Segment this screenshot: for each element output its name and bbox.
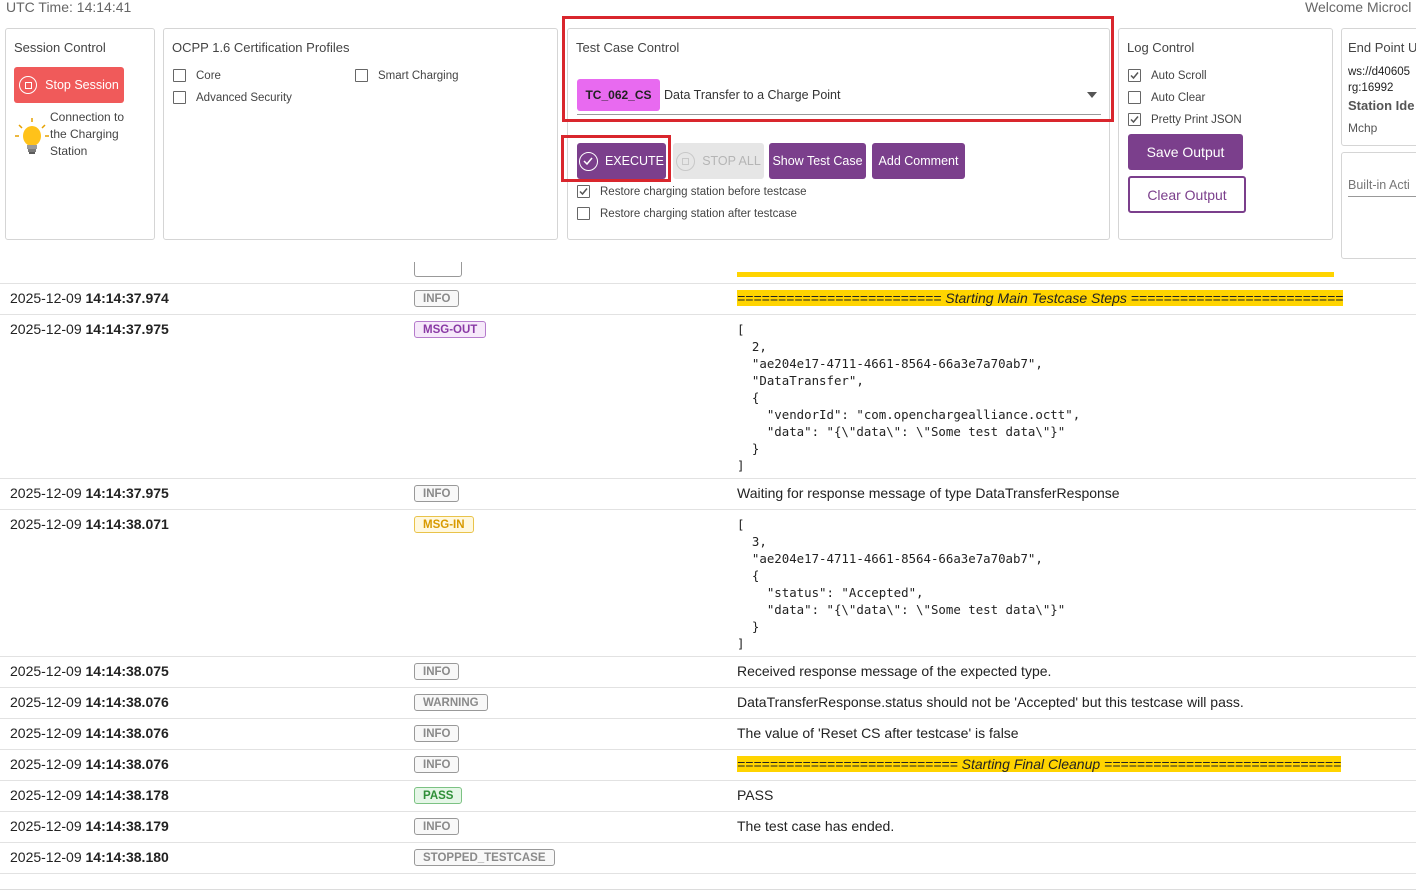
checkbox[interactable] [173, 91, 186, 104]
log-row: 2025-12-09 14:14:38.076 INFO =============… [0, 750, 1416, 781]
log-row: 2025-12-09 14:14:38.071 MSG-IN [ 3, "ae204… [0, 510, 1416, 657]
execute-button[interactable]: EXECUTE [577, 143, 666, 179]
log-json-payload: [ 3, "ae204e17-4711-4661-8564-66a3e7a70a… [737, 517, 1066, 651]
log-message: The test case has ended. [737, 818, 895, 834]
checkbox[interactable] [1128, 91, 1141, 104]
log-message: DataTransferResponse.status should not b… [737, 694, 1244, 710]
log-message: The value of 'Reset CS after testcase' i… [737, 725, 1019, 741]
stop-session-label: Stop Session [45, 78, 119, 92]
stop-all-button[interactable]: STOP ALL [673, 143, 764, 179]
station-id-value: Mchp [1348, 121, 1378, 135]
profile-core[interactable]: Core [173, 69, 221, 82]
log-timestamp: 2025-12-09 14:14:37.975 [10, 485, 169, 501]
test-case-id-badge: TC_062_CS [577, 79, 660, 111]
log-row: 2025-12-09 14:14:38.179 INFO The test case… [0, 812, 1416, 843]
show-test-case-button[interactable]: Show Test Case [769, 143, 866, 179]
log-message: PASS [737, 787, 774, 803]
log-control-title: Log Control [1127, 40, 1195, 55]
execute-label: EXECUTE [604, 154, 665, 168]
checkbox[interactable] [173, 69, 186, 82]
profile-advanced-security[interactable]: Advanced Security [173, 91, 292, 104]
log-type-badge: INFO [414, 818, 460, 835]
lightbulb-icon [15, 118, 49, 154]
log-type-badge: INFO [414, 756, 460, 773]
log-row: 2025-12-09 14:14:38.076 WARNING DataTransf… [0, 688, 1416, 719]
pretty-print-option[interactable]: Pretty Print JSON [1128, 113, 1242, 126]
test-case-name: Data Transfer to a Charge Point [664, 88, 841, 102]
endpoint-url: ws://d40605 rg:16992 [1348, 66, 1411, 94]
clear-output-button[interactable]: Clear Output [1128, 176, 1246, 213]
welcome-text: Welcome Microcl [1305, 0, 1412, 15]
checkbox[interactable] [355, 69, 368, 82]
log-timestamp: 2025-12-09 14:14:37.975 [10, 321, 169, 337]
save-output-button[interactable]: Save Output [1128, 134, 1243, 170]
log-json-payload: [ 2, "ae204e17-4711-4661-8564-66a3e7a70a… [737, 322, 1081, 473]
session-control-title: Session Control [14, 40, 106, 55]
auto-scroll-option[interactable]: Auto Scroll [1128, 69, 1207, 82]
stop-all-label: STOP ALL [702, 154, 761, 168]
log-type-badge: WARNING [414, 694, 488, 711]
log-timestamp: 2025-12-09 14:14:38.178 [10, 787, 169, 803]
log-row: 2025-12-09 14:14:38.075 INFO Received resp… [0, 657, 1416, 688]
log-row-partial [0, 262, 1416, 284]
log-type-badge: INFO [414, 290, 460, 307]
log-timestamp: 2025-12-09 14:14:38.071 [10, 516, 169, 532]
add-comment-button[interactable]: Add Comment [872, 143, 965, 179]
station-id-label: Station Ide [1348, 98, 1415, 113]
log-message: ========================= Starting Main … [737, 290, 1344, 306]
log-row: 2025-12-09 14:14:38.076 INFO The value of … [0, 719, 1416, 750]
log-timestamp: 2025-12-09 14:14:38.180 [10, 849, 169, 865]
checkbox[interactable] [1128, 69, 1141, 82]
utc-time: UTC Time: 14:14:41 [6, 0, 132, 15]
restore-before-option[interactable]: Restore charging station before testcase [577, 185, 806, 198]
log-message: Waiting for response message of type Dat… [737, 485, 1120, 501]
endpoint-title: End Point U [1348, 40, 1416, 55]
log-message: =========================== Starting Fin… [737, 756, 1342, 772]
log-row: 2025-12-09 14:14:37.974 INFO =============… [0, 284, 1416, 315]
log-type-badge: PASS [414, 787, 463, 804]
log-type-badge: INFO [414, 725, 460, 742]
certification-profiles-panel: OCPP 1.6 Certification Profiles Core Sma… [163, 28, 558, 240]
log-control-panel: Log Control Auto Scroll Auto Clear Prett… [1118, 28, 1333, 240]
log-timestamp: 2025-12-09 14:14:38.076 [10, 694, 169, 710]
divider [0, 889, 1416, 890]
builtin-actions-panel: Built-in Acti [1341, 152, 1416, 259]
log-type-badge: MSG-IN [414, 516, 474, 533]
log-row: 2025-12-09 14:14:38.178 PASS PASS [0, 781, 1416, 812]
log-message: Received response message of the expecte… [737, 663, 1052, 679]
log-timestamp: 2025-12-09 14:14:38.076 [10, 725, 169, 741]
connection-status-text: Connection to the Charging Station [50, 110, 125, 158]
log-timestamp: 2025-12-09 14:14:38.076 [10, 756, 169, 772]
session-control-panel: Session Control Stop Session Connection … [5, 28, 155, 240]
builtin-actions-select[interactable]: Built-in Acti [1348, 178, 1416, 197]
stop-icon [676, 151, 696, 171]
auto-clear-option[interactable]: Auto Clear [1128, 91, 1205, 104]
profiles-title: OCPP 1.6 Certification Profiles [172, 40, 350, 55]
check-circle-icon [578, 151, 598, 171]
test-case-control-panel: Test Case Control TC_062_CS Data Transfe… [567, 28, 1110, 240]
stop-session-button[interactable]: Stop Session [14, 67, 124, 103]
log-row: 2025-12-09 14:14:37.975 INFO Waiting for r… [0, 479, 1416, 510]
log-type-badge: STOPPED_TESTCASE [414, 849, 555, 866]
log-type-badge: INFO [414, 485, 460, 502]
checkbox[interactable] [577, 207, 590, 220]
chevron-down-icon[interactable] [1087, 92, 1097, 98]
profile-smart-charging[interactable]: Smart Charging [355, 69, 459, 82]
stop-icon [19, 76, 38, 94]
log-timestamp: 2025-12-09 14:14:38.075 [10, 663, 169, 679]
test-case-control-title: Test Case Control [576, 40, 680, 55]
log-timestamp: 2025-12-09 14:14:37.974 [10, 290, 169, 306]
checkbox[interactable] [1128, 113, 1141, 126]
top-bar: UTC Time: 14:14:41 Welcome Microcl [0, 0, 1416, 18]
endpoint-panel: End Point U ws://d40605 rg:16992 Station… [1341, 28, 1416, 146]
log-row: 2025-12-09 14:14:38.180 STOPPED_TESTCASE [0, 843, 1416, 874]
checkbox[interactable] [577, 185, 590, 198]
test-case-select[interactable]: TC_062_CS Data Transfer to a Charge Poin… [577, 79, 1101, 115]
log-timestamp: 2025-12-09 14:14:38.179 [10, 818, 169, 834]
log-type-badge: MSG-OUT [414, 321, 487, 338]
log-type-badge: INFO [414, 663, 460, 680]
restore-after-option[interactable]: Restore charging station after testcase [577, 207, 797, 220]
log-row: 2025-12-09 14:14:37.975 MSG-OUT [ 2, "ae20… [0, 315, 1416, 479]
